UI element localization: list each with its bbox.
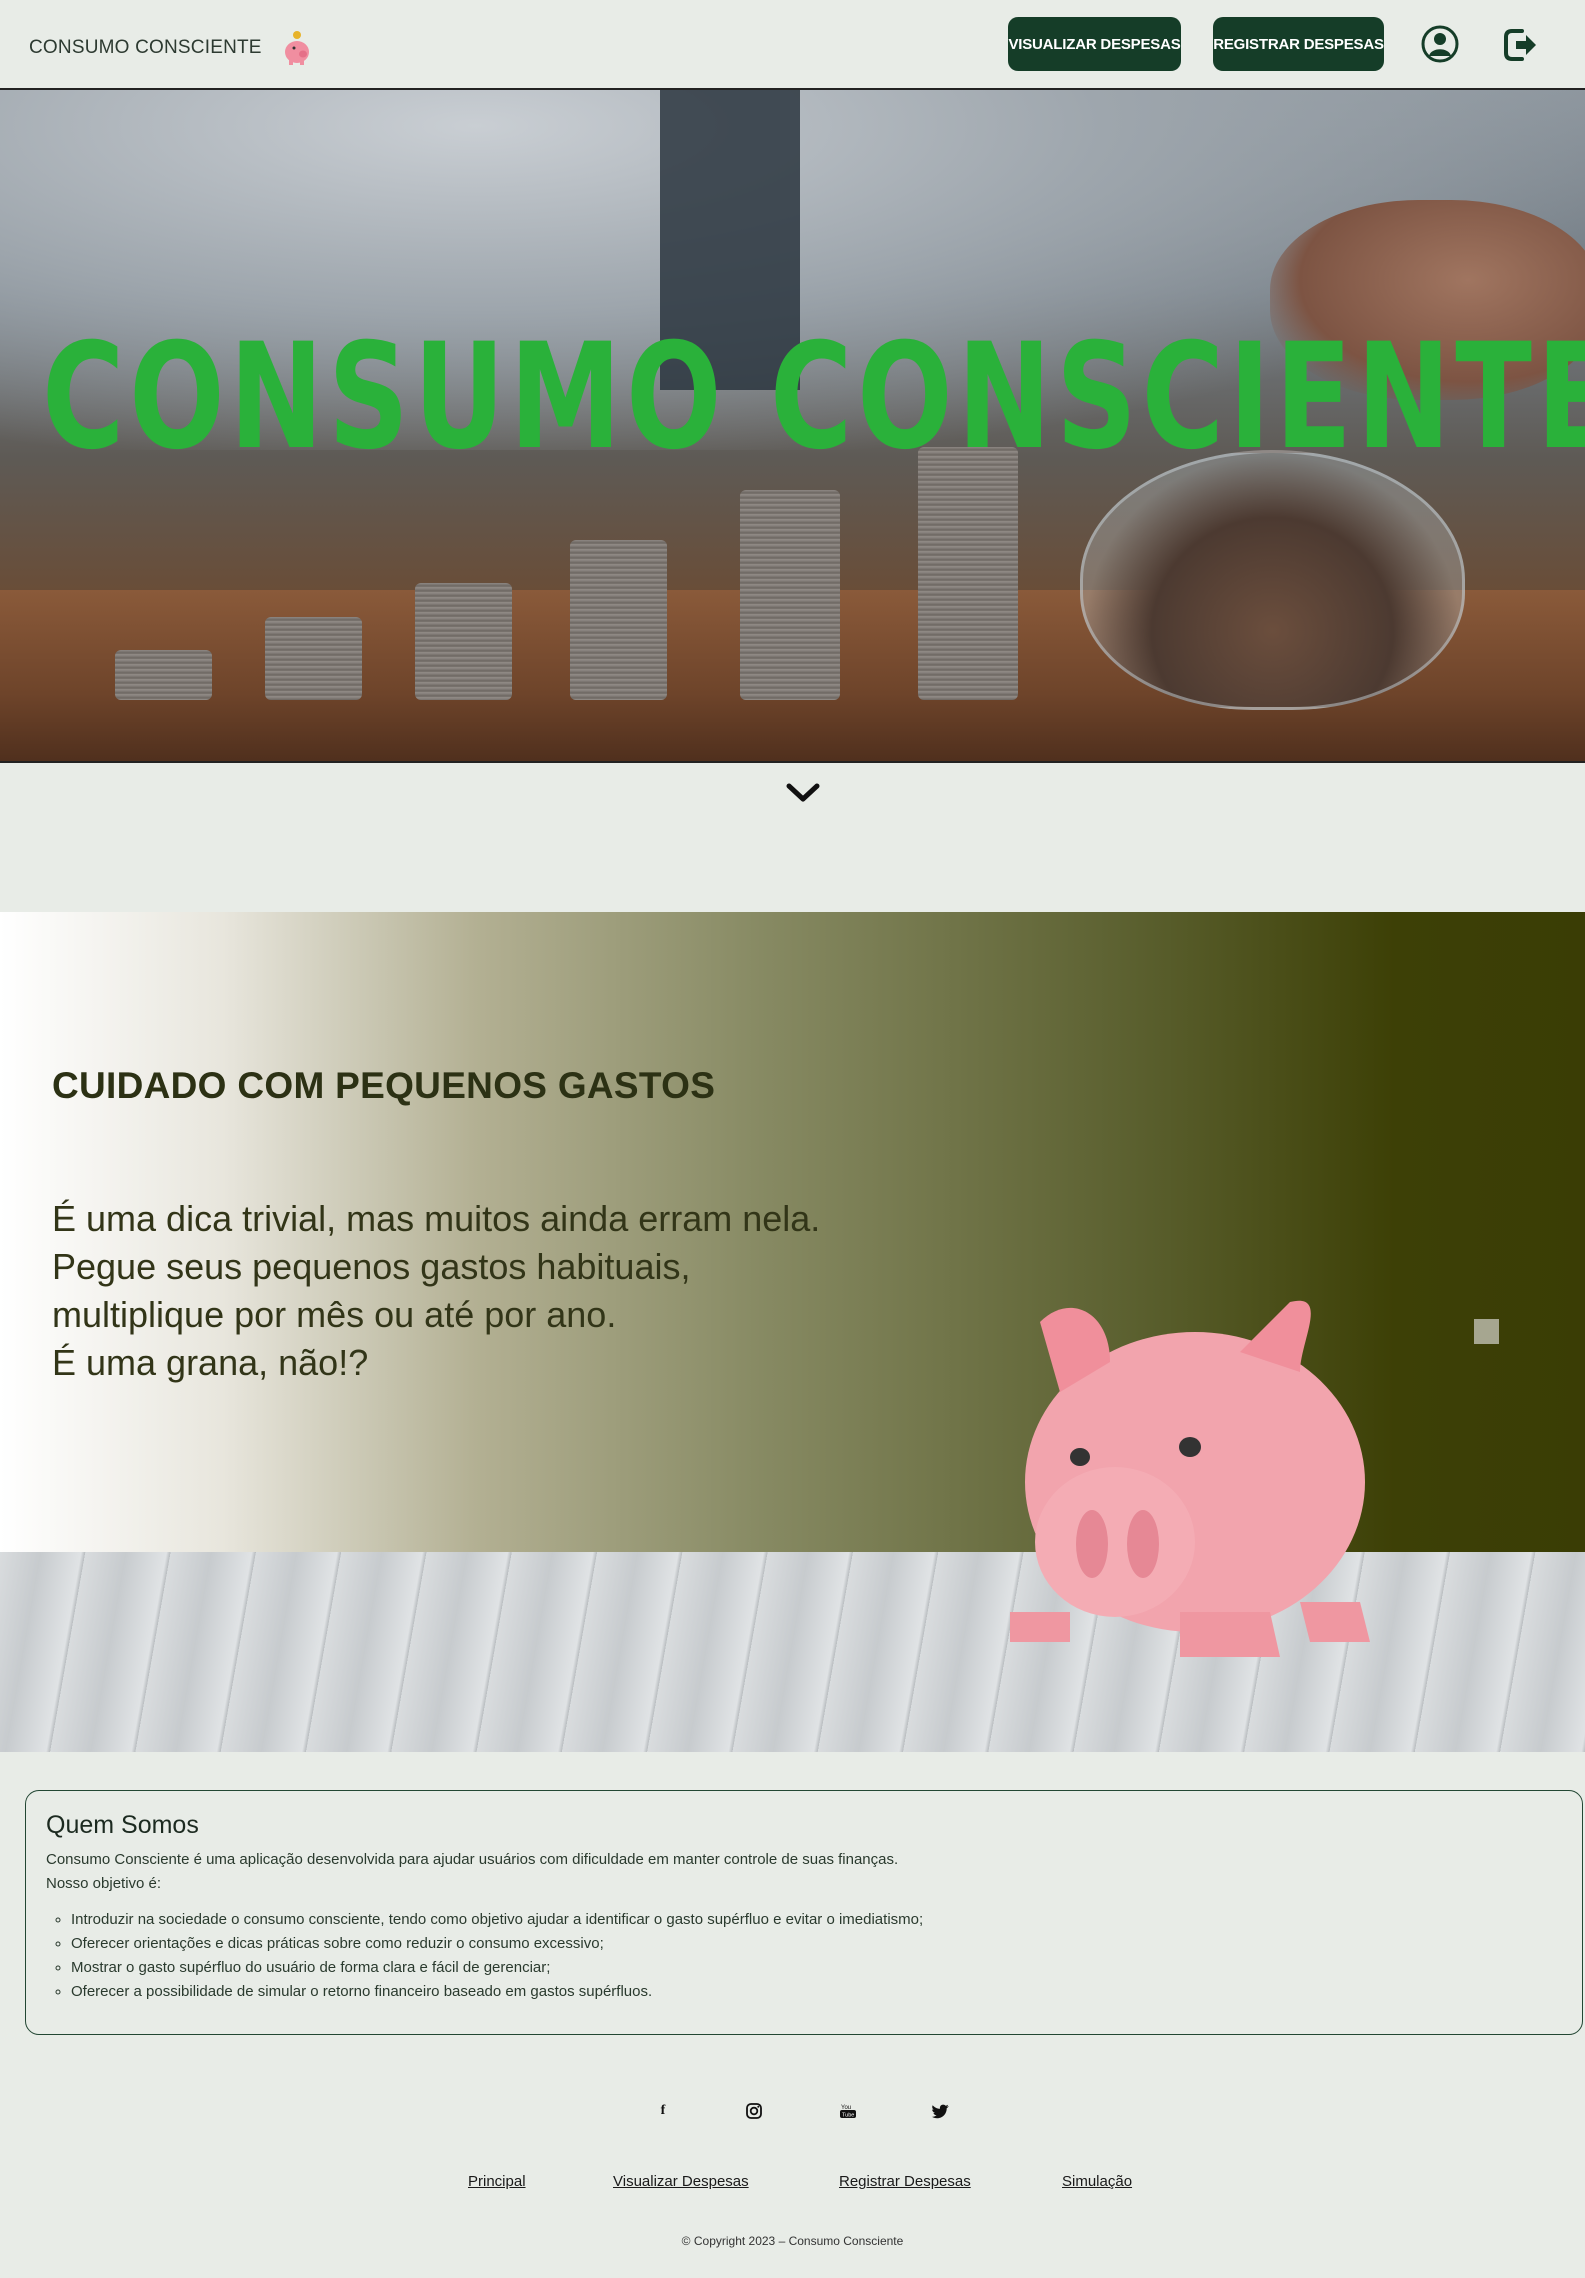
- footer-link-register-expenses[interactable]: Registrar Despesas: [839, 2173, 971, 2190]
- tip-line: Pegue seus pequenos gastos habituais,: [52, 1246, 691, 1287]
- footer-link-principal[interactable]: Principal: [468, 2173, 526, 2190]
- chevron-down-icon[interactable]: [784, 780, 822, 806]
- coin-stack: [918, 447, 1018, 700]
- objectives-list: Introduzir na sociedade o consumo consci…: [46, 1908, 1562, 2004]
- brand[interactable]: CONSUMO CONSCIENTE: [29, 30, 312, 66]
- tip-banner: CUIDADO COM PEQUENOS GASTOS É uma dica t…: [0, 912, 1585, 1752]
- piggy-bank-icon: [284, 31, 309, 65]
- coin-jar: [1080, 450, 1465, 710]
- instagram-icon[interactable]: [744, 2101, 764, 2121]
- coin-stack: [415, 583, 512, 700]
- objective-item: Introduzir na sociedade o consumo consci…: [71, 1908, 1562, 1932]
- view-expenses-button[interactable]: VISUALIZAR DESPESAS: [1008, 17, 1181, 71]
- brand-name: CONSUMO CONSCIENTE: [29, 37, 262, 58]
- hero-banner: CONSUMO CONSCIENTE: [0, 90, 1585, 763]
- site-header: CONSUMO CONSCIENTE VISUALIZAR DESPESAS R…: [0, 0, 1585, 90]
- objective-item: Oferecer orientações e dicas práticas so…: [71, 1932, 1562, 1956]
- about-section: Quem Somos Consumo Consciente é uma apli…: [25, 1790, 1583, 2035]
- youtube-icon[interactable]: You Tube: [838, 2101, 858, 2121]
- about-title: Quem Somos: [46, 1811, 199, 1839]
- decorative-square: [1474, 1319, 1499, 1344]
- user-circle-icon[interactable]: [1421, 25, 1459, 63]
- about-objective-label: Nosso objetivo é:: [46, 1875, 162, 1892]
- objective-item: Oferecer a possibilidade de simular o re…: [71, 1980, 1562, 2004]
- about-description: Consumo Consciente é uma aplicação desen…: [46, 1851, 899, 1868]
- hero-title: CONSUMO CONSCIENTE: [42, 312, 1585, 482]
- coin-stack: [740, 490, 840, 700]
- tip-line: É uma grana, não!?: [52, 1342, 369, 1383]
- piggy-bank-image: [1010, 1300, 1370, 1657]
- footer-link-view-expenses[interactable]: Visualizar Despesas: [613, 2173, 749, 2190]
- register-expenses-button[interactable]: REGISTRAR DESPESAS: [1213, 17, 1384, 71]
- coin-stack: [115, 650, 212, 700]
- objective-item: Mostrar o gasto supérfluo do usuário de …: [71, 1956, 1562, 1980]
- logout-icon[interactable]: [1500, 25, 1540, 65]
- tip-text: É uma dica trivial, mas muitos ainda err…: [52, 1195, 820, 1387]
- facebook-icon[interactable]: f: [653, 2101, 673, 2121]
- tip-line: É uma dica trivial, mas muitos ainda err…: [52, 1198, 821, 1239]
- copyright: © Copyright 2023 – Consumo Consciente: [681, 2234, 904, 2248]
- svg-text:Tube: Tube: [842, 2113, 854, 2119]
- tip-title: CUIDADO COM PEQUENOS GASTOS: [52, 1065, 716, 1106]
- coin-stack: [265, 617, 362, 700]
- coin-stack: [570, 540, 667, 700]
- footer-link-simulation[interactable]: Simulação: [1062, 2173, 1132, 2190]
- tip-line: multiplique por mês ou até por ano.: [52, 1294, 617, 1335]
- twitter-icon[interactable]: [931, 2101, 951, 2121]
